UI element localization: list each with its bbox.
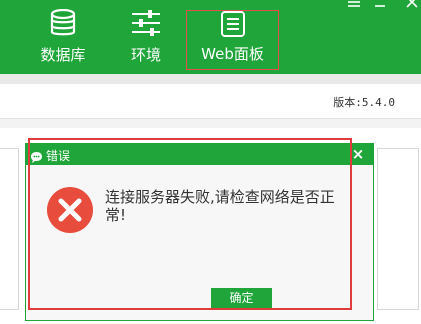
toolbar-environment-button[interactable]: 环境 (120, 0, 172, 74)
error-dialog: 错误 × 连接服务器失败,请检查网络是否正常! 确定 (25, 143, 374, 321)
right-panel (377, 148, 419, 310)
version-bar: 版本:5.4.0 (0, 84, 421, 119)
ok-button[interactable]: 确定 (211, 288, 272, 308)
dialog-message: 连接服务器失败,请检查网络是否正常! (105, 188, 335, 224)
database-icon (50, 8, 76, 41)
dialog-title: 错误 (46, 149, 71, 163)
toolbar-web-panel-button[interactable]: Web面板 (186, 10, 279, 70)
left-panel (0, 148, 19, 310)
sliders-icon (131, 9, 161, 41)
dialog-titlebar: 错误 × (26, 144, 373, 165)
toolbar-web-panel-label: Web面板 (201, 45, 264, 63)
toolbar-database-label: 数据库 (40, 46, 86, 64)
chat-bubble-icon (30, 148, 43, 167)
dialog-close-button[interactable]: × (347, 146, 369, 163)
error-icon (46, 186, 94, 238)
top-toolbar: 数据库 环境 Web面板 (0, 0, 421, 74)
menu-icon[interactable] (347, 0, 361, 12)
version-text: 版本:5.4.0 (333, 96, 395, 109)
minimize-icon[interactable] (373, 0, 387, 12)
toolbar-environment-label: 环境 (130, 46, 161, 64)
toolbar-database-button[interactable]: 数据库 (33, 0, 93, 74)
toolbar-divider (0, 74, 421, 84)
list-icon (220, 10, 246, 42)
close-icon[interactable] (405, 0, 419, 12)
